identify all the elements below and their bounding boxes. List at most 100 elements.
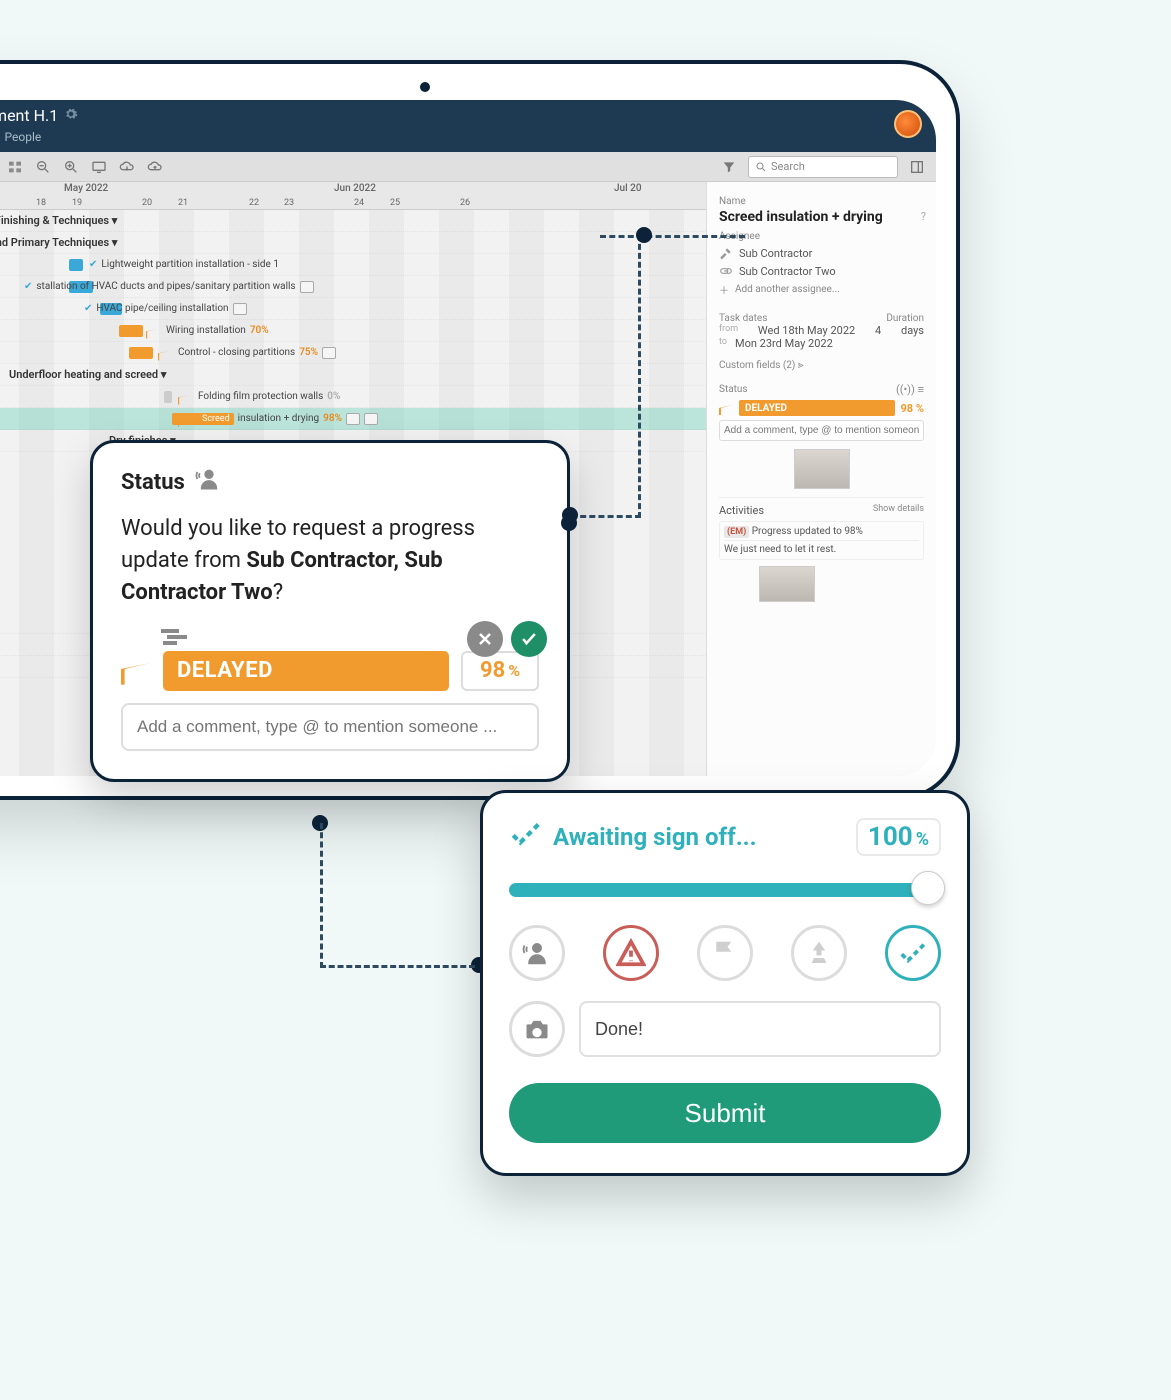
task-pct: 98% xyxy=(323,413,342,424)
status-comment-input[interactable] xyxy=(121,703,539,751)
status-option-complete[interactable] xyxy=(885,925,941,981)
pct-unit: % xyxy=(508,661,520,680)
confirm-button[interactable] xyxy=(511,621,547,657)
task-text: insulation + drying xyxy=(238,413,319,424)
details-panel: Name Screed insulation + drying ? Assign… xyxy=(706,182,936,776)
progress-slider[interactable] xyxy=(509,875,941,903)
connector-dot xyxy=(562,507,578,523)
duration-unit: days xyxy=(901,324,924,337)
broadcast-person-icon xyxy=(195,465,223,499)
month-label: Jun 2022 xyxy=(334,183,376,194)
status-message: Would you like to request a progress upd… xyxy=(121,513,539,609)
awaiting-text: Awaiting sign off... xyxy=(553,823,757,851)
assignee-name: Sub Contractor xyxy=(739,247,812,260)
hammer-icon xyxy=(719,246,733,260)
check-icon: ✔ xyxy=(89,259,97,270)
from-label: from xyxy=(719,324,738,337)
connector-line xyxy=(320,823,323,968)
add-assignee-text: Add another assignee... xyxy=(735,284,840,295)
status-option-worker[interactable] xyxy=(791,925,847,981)
custom-fields-toggle[interactable]: Custom fields (2) ⪢ xyxy=(719,360,924,371)
field-label: Name xyxy=(719,196,924,207)
view-toggle-icon[interactable] xyxy=(6,158,24,176)
add-assignee[interactable]: ＋ Add another assignee... xyxy=(719,282,924,297)
camera-button[interactable] xyxy=(509,1001,565,1057)
task-text: Folding film protection walls xyxy=(198,391,323,402)
signoff-check-icon xyxy=(509,817,543,857)
task-name[interactable]: Screed insulation + drying xyxy=(719,209,924,225)
pct-box[interactable]: 100% xyxy=(856,818,941,856)
broadcast-icon[interactable]: ((•)) ≡ xyxy=(896,383,924,396)
month-label: Jul 20 xyxy=(614,183,642,194)
pct-value: 98 xyxy=(480,658,505,683)
submit-button[interactable]: Submit xyxy=(509,1083,941,1143)
activities-label: Activities xyxy=(719,504,764,517)
msg-suffix: ? xyxy=(273,580,283,605)
zoom-in-icon[interactable] xyxy=(62,158,80,176)
date-to[interactable]: Mon 23rd May 2022 xyxy=(735,337,833,350)
day-label: 19 xyxy=(72,198,82,208)
connector-line xyxy=(571,515,641,518)
check-icon: ✔ xyxy=(84,303,92,314)
field-label: Task dates xyxy=(719,313,767,324)
search-icon xyxy=(755,161,767,173)
app-topbar: - Appartement H.1 w Tasks People xyxy=(0,100,936,152)
day-label: 23 xyxy=(284,198,294,208)
group-label: partment H.1 - Finishing & Techniques xyxy=(0,214,109,227)
duration-value[interactable]: 4 xyxy=(875,324,881,337)
fit-screen-icon[interactable] xyxy=(90,158,108,176)
status-option-flag[interactable] xyxy=(697,925,753,981)
cloud-download-icon[interactable] xyxy=(118,158,136,176)
show-details-link[interactable]: Show details xyxy=(873,504,924,517)
assignee-row[interactable]: Sub Contractor Two xyxy=(719,264,924,278)
attachment-icon xyxy=(300,281,314,293)
to-label: to xyxy=(719,337,727,350)
panel-collapse-icon[interactable] xyxy=(908,158,926,176)
task-text: HVAC pipe/ceiling installation xyxy=(96,303,228,314)
filter-icon[interactable] xyxy=(720,158,738,176)
tab-list: w Tasks People xyxy=(0,130,41,152)
activity-item: (EM) Progress updated to 98% We just nee… xyxy=(719,521,924,560)
cancel-button[interactable] xyxy=(467,621,503,657)
check-icon: ✔ xyxy=(24,281,32,292)
task-pct: 75% xyxy=(299,347,318,358)
avatar[interactable] xyxy=(894,110,922,138)
tab-people[interactable]: People xyxy=(5,130,42,152)
search-placeholder: Search xyxy=(771,160,805,173)
assignee-row[interactable]: Sub Contractor xyxy=(719,246,924,260)
search-box[interactable]: Search xyxy=(748,156,898,178)
attachment-icon xyxy=(322,347,336,359)
field-label: Status xyxy=(719,384,748,395)
pct-unit: % xyxy=(916,829,929,850)
assignee-name: Sub Contractor Two xyxy=(739,265,836,278)
day-label: 25 xyxy=(390,198,400,208)
status-badge[interactable]: DELAYED xyxy=(163,651,449,691)
task-pct: 70% xyxy=(250,325,269,336)
task-text: Wiring installation xyxy=(166,325,246,336)
status-bar[interactable]: DELAYED 98 % xyxy=(719,400,924,416)
photo-thumbnail[interactable] xyxy=(794,449,850,489)
status-icon-row xyxy=(509,925,941,981)
month-label: May 2022 xyxy=(64,183,108,194)
status-dialog: Status Would you like to request a progr… xyxy=(90,440,570,782)
user-badge: (EM) xyxy=(724,526,749,538)
date-from[interactable]: Wed 18th May 2022 xyxy=(758,324,855,337)
comment-input[interactable] xyxy=(579,1001,941,1057)
title-text: - Appartement H.1 xyxy=(0,106,58,125)
task-pct: 0% xyxy=(327,391,340,402)
help-icon[interactable]: ? xyxy=(921,210,926,223)
status-option-warning[interactable] xyxy=(603,925,659,981)
awaiting-heading: Awaiting sign off... xyxy=(509,817,757,857)
zoom-out-icon[interactable] xyxy=(34,158,52,176)
status-heading: Status xyxy=(121,465,539,499)
day-label: 18 xyxy=(36,198,46,208)
status-option-notify[interactable] xyxy=(509,925,565,981)
photo-thumbnail[interactable] xyxy=(759,566,815,602)
day-label: 20 xyxy=(142,198,152,208)
gear-icon[interactable] xyxy=(64,106,78,125)
slider-thumb[interactable] xyxy=(911,871,945,905)
cloud-upload-icon[interactable] xyxy=(146,158,164,176)
day-label: 22 xyxy=(249,198,259,208)
flag-icon xyxy=(178,393,190,405)
status-comment-input[interactable] xyxy=(719,420,924,441)
